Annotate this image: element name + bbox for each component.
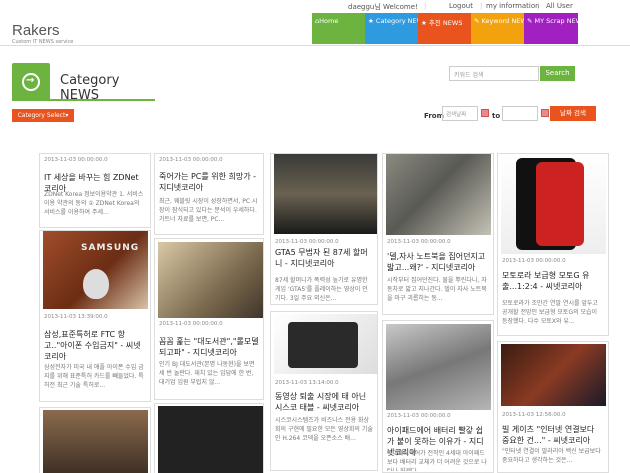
news-card[interactable]: 2013-11-03 00:00:00.0 '델,자사 노트북을 집어던지고 밟… — [382, 153, 494, 315]
tablet-thumbnail — [274, 314, 377, 374]
card-desc: 시작부터 집어던진다. 물을 뿌린다니, 자동차로 밟고 지나간다. 델이 자사… — [387, 277, 487, 302]
news-card[interactable]: 2013-11-03 00:00:00.0 꼼꼼 훑는 "대도서관","롤모델 … — [154, 238, 264, 400]
start-date-input[interactable]: 검색날짜 — [442, 106, 478, 121]
article-thumbnail — [386, 154, 491, 235]
card-desc: 시스코시스템즈가 비즈니스 전용 화상 회의 구현에 필요한 모든 영상회의 기… — [275, 417, 373, 442]
card-title[interactable]: '델,자사 노트북을 집어던지고 밟고...왜?' - 지디넷코리아 — [387, 251, 489, 273]
main-nav: ⌂Home ★ Category NEWS ★ 추천 NEWS ✎ Keywor… — [312, 13, 578, 44]
card-title[interactable]: 모토로라 보급형 모토G 유출...1:2:4 - 씨넷코리아 — [502, 270, 604, 292]
star-icon: ★ — [421, 19, 429, 27]
card-title[interactable]: 빌 게이츠 "인터넷 연결보다 중요한 건..." - 씨넷코리아 — [502, 424, 604, 446]
calendar-icon[interactable] — [541, 109, 549, 117]
nav-recommend-news[interactable]: ★ 추천 NEWS — [418, 13, 471, 44]
header-divider — [0, 45, 630, 46]
nav-home[interactable]: ⌂Home — [312, 13, 365, 44]
card-date: 2013-11-03 00:00:00.0 — [387, 239, 451, 245]
title-underline — [12, 99, 155, 101]
article-thumbnail — [158, 242, 263, 318]
card-desc: 아이패드에어가 전작인 4세대 아이패드보다 배터리 교체가 더 어려운 것으로… — [387, 450, 487, 471]
news-card[interactable]: 2013-11-03 00:00:00.0 GTA5 무법자 된 87세 할머니… — [270, 153, 378, 305]
news-card[interactable]: 2013-11-03 00:00:00.0 모토로라 보급형 모토G 유출...… — [497, 153, 609, 336]
news-card[interactable]: 2013-11-03 13:14:00.0 동영상 퇴출 시장에 태 아닌 시스… — [270, 311, 378, 471]
card-date: 2013-11-03 00:00:00.0 — [502, 258, 566, 264]
all-user-link[interactable]: All User — [546, 2, 573, 10]
nav-my-scrap-news[interactable]: ✎ MY Scrap NEWS — [524, 13, 578, 44]
card-date: 2013-11-03 00:00:00.0 — [159, 157, 223, 163]
video-thumbnail — [274, 154, 377, 234]
category-header: → Category NEWS — [12, 63, 155, 103]
card-date: 2013-11-03 12:56:00.0 — [502, 412, 566, 418]
end-date-input[interactable] — [502, 106, 538, 121]
article-thumbnail — [43, 410, 148, 473]
samsung-logo: SAMSUNG — [81, 243, 140, 253]
apple-logo-icon — [83, 269, 109, 299]
date-search-button[interactable]: 날짜 검색 — [550, 106, 596, 121]
article-thumbnail: SAMSUNG — [43, 231, 148, 309]
news-grid: 2013-11-03 00:00:00.0 IT 세상을 바꾸는 힘 ZDNet… — [36, 149, 616, 473]
phone-image — [536, 162, 584, 246]
card-title[interactable]: 죽어가는 PC를 위한 희망가 - 지디넷코리아 — [159, 171, 259, 193]
nav-category-news[interactable]: ★ Category NEWS — [365, 13, 418, 44]
card-desc: 삼성전자가 미국 내 애플 아이폰 수입 금지를 위해 표준특허 카드를 빼들었… — [44, 364, 144, 389]
card-desc: "인터넷 연결이 말라리아 백신 보급보다 중요하다고 생각하는 것은... — [502, 448, 601, 464]
top-utility-bar: daeggu님 Welcome! | Logout | my informati… — [348, 2, 573, 11]
card-date: 2013-11-03 00:00:00.0 — [159, 321, 223, 327]
tablet-image — [288, 322, 358, 368]
search-button[interactable]: Search — [540, 66, 575, 81]
card-desc: 최근, 웨블릿 시장이 성장하면서, PC 시장이 잠식되고 있다는 분석이 우… — [159, 198, 258, 223]
card-desc: 인기 BJ 대도서관(본명 나동현)을 보면 세 번 놀란다. 재치 있는 입담… — [159, 361, 255, 386]
card-date: 2013-11-03 13:39:00.0 — [44, 314, 108, 320]
card-title[interactable]: 동영상 퇴출 시장에 태 아닌 시스코 태블 - 씨넷코리아 — [275, 391, 373, 413]
card-title[interactable]: 삼성,표준특허로 FTC 항고.."아이폰 수입금지" - 씨넷코리아 — [44, 329, 146, 362]
calendar-icon[interactable] — [481, 109, 489, 117]
news-card[interactable]: 2013-11-03 00:00:00.0 죽어가는 PC를 위한 희망가 - … — [154, 153, 264, 235]
article-thumbnail — [386, 324, 491, 410]
star-icon: ★ — [368, 17, 376, 25]
article-thumbnail — [501, 344, 606, 406]
card-date: 2013-11-03 00:00:00.0 — [387, 413, 451, 419]
article-thumbnail — [158, 406, 263, 473]
site-logo[interactable]: Rakers — [12, 22, 60, 39]
card-date: 2013-11-03 13:14:00.0 — [275, 380, 339, 386]
arrow-circle-icon: → — [12, 63, 50, 101]
welcome-text: daeggu님 Welcome! — [348, 3, 418, 11]
phone-thumbnail — [501, 154, 606, 254]
pencil-icon: ✎ — [527, 17, 535, 25]
keyword-search-input[interactable]: 키워드 검색 — [449, 66, 539, 81]
to-label: to — [492, 112, 501, 120]
card-title[interactable]: 꼼꼼 훑는 "대도서관","롤모델 되고파" - 지디넷코리아 — [159, 336, 259, 358]
news-card[interactable]: 2013-11-03 00:00:00.0 아이패드에어 배터리 빨갛 쉽 가 … — [382, 320, 494, 473]
news-card[interactable] — [154, 403, 264, 473]
card-desc: 모토로라가 조만간 연말 연시를 앞두고 공개할 전망인 보급형 모토G의 모습… — [502, 300, 598, 325]
news-card[interactable]: SAMSUNG 2013-11-03 13:39:00.0 삼성,표준특허로 F… — [39, 230, 151, 402]
pencil-icon: ✎ — [474, 17, 482, 25]
news-card[interactable]: 2013-11-03 00:00:00.0 IT 세상을 바꾸는 힘 ZDNet… — [39, 153, 151, 228]
card-date: 2013-11-03 00:00:00.0 — [275, 239, 339, 245]
card-desc: 87세 할머니가 폭력성 높기로 유명한 게임 'GTA5'를 플레이하는 영상… — [275, 277, 368, 302]
from-label: From — [424, 112, 444, 120]
my-information-link[interactable]: my information — [486, 2, 540, 10]
news-card[interactable]: 2013-11-03 12:56:00.0 빌 게이츠 "인터넷 연결보다 중요… — [497, 341, 609, 473]
card-date: 2013-11-03 00:00:00.0 — [44, 157, 108, 163]
card-desc: ZDNet Korea 정보이용약관 1. 서비스 이용 약관의 동의 ① ZD… — [44, 191, 144, 216]
card-title[interactable]: GTA5 무법자 된 87세 할머니 - 지디넷코리아 — [275, 247, 373, 269]
news-card[interactable] — [39, 407, 151, 473]
logout-link[interactable]: Logout — [449, 2, 473, 10]
category-select-button[interactable]: Category Select▾ — [12, 109, 74, 122]
nav-keyword-news[interactable]: ✎ Keyword NEWS — [471, 13, 524, 44]
